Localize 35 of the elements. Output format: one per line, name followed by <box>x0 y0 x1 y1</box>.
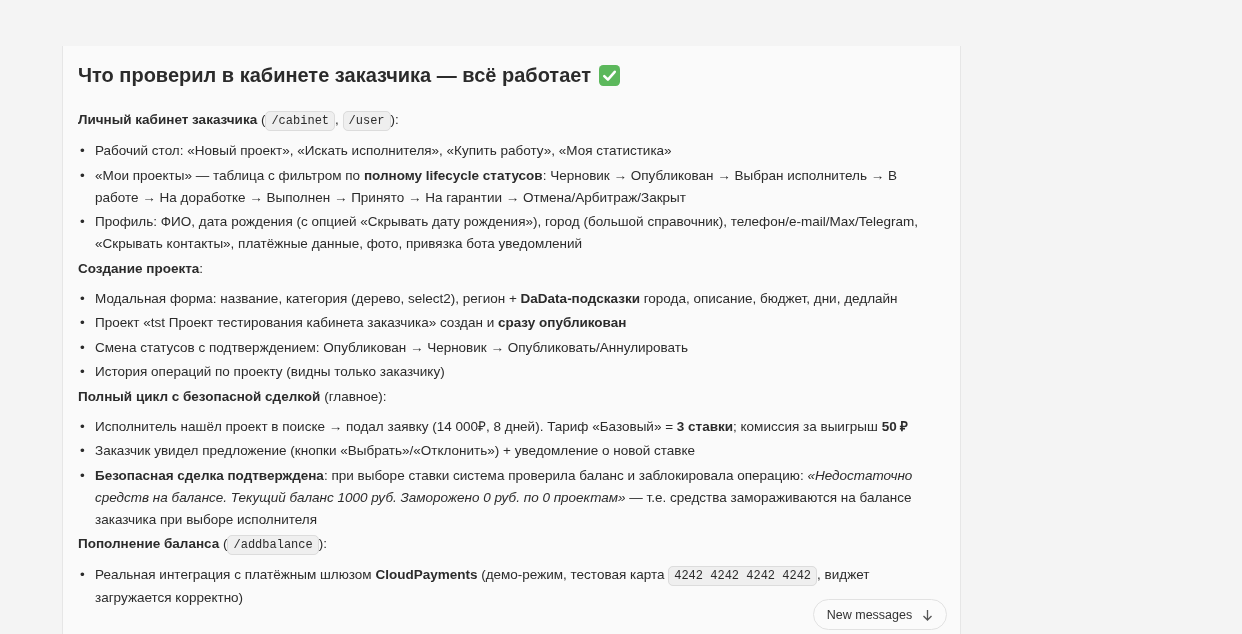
list-item: Рабочий стол: «Новый проект», «Искать исполнителя», «Купить работу», «Моя статистика» <box>95 142 673 160</box>
inline-code: /cabinet <box>265 111 336 131</box>
list-item: Исполнитель нашёл проект в поиске → подал заявку (14 000₽, 8 дней). Тариф «Базовый» = 3 ставки; комиссия за выигрыш 50 ₽ <box>95 417 910 436</box>
bullet: • <box>80 314 86 332</box>
arrow-down-icon <box>922 608 934 621</box>
list-item: Безопасная сделка подтверждена: при выборе ставки система проверила баланс и заблокировала операцию: «Недостаточно средств на балансе. Текущий баланс 1000 руб. Заморожено 0 руб. по 0 проектам» — т.е. средства замораживаются на балансе заказчика при выборе исполнителя <box>95 466 914 529</box>
bullet: • <box>80 166 86 185</box>
bullet: • <box>80 442 86 460</box>
list-item: Модальная форма: название, категория (дерево, select2), регион + DaData-подсказки города, описание, бюджет, дни, дедлайн <box>95 289 899 308</box>
list-item: «Мои проекты» — таблица с фильтром по полному lifecycle статусов: Черновик → Опубликован → Выбран исполнитель → В работе → На доработке → Выполнен → Принято → На гарантии → Отмена/Арбитраж/Закрыт <box>95 166 898 207</box>
text-span: ): <box>390 112 399 127</box>
heading: Что проверил в кабинете заказчика — всё работает <box>78 64 591 87</box>
text-span: , <box>335 112 340 127</box>
list-item: Проект «tst Проект тестирования кабинета заказчика» создан и сразу опубликован <box>95 314 628 332</box>
bullet: • <box>80 213 86 231</box>
text-span: Пополнение баланса ( <box>78 536 228 551</box>
bullet: • <box>80 142 86 160</box>
list-item: Профиль: ФИО, дата рождения (с опцией «Скрывать дату рождения»), город (большой справочник), телефон/e-mail/Max/Telegram, «Скрывать контакты», платёжные данные, фото, привязка бота уведомлений <box>95 213 919 253</box>
check-icon <box>598 65 620 86</box>
bullet: • <box>80 566 86 584</box>
inline-code: /user <box>342 111 391 131</box>
bullet: • <box>80 289 86 308</box>
new-messages-button[interactable]: New messages <box>813 599 947 630</box>
section-title: Создание проекта: <box>78 260 204 276</box>
text-span: ): <box>318 536 327 551</box>
section-title: Полный цикл с безопасной сделкой (главное): <box>78 388 387 404</box>
list-item: История операций по проекту (видны только заказчику) <box>95 363 446 381</box>
text-span: Личный кабинет заказчика ( <box>78 112 266 127</box>
inline-code: /addbalance <box>227 535 319 555</box>
bullet: • <box>80 417 86 436</box>
bullet: • <box>80 363 86 381</box>
bullet: • <box>80 466 86 485</box>
bullet: • <box>80 338 86 357</box>
list-item: Заказчик увидел предложение (кнопки «Выбрать»/«Отклонить») + уведомление о новой ставке <box>95 442 697 460</box>
list-item: Смена статусов с подтверждением: Опубликован → Черновик → Опубликовать/Аннулировать <box>95 338 689 357</box>
